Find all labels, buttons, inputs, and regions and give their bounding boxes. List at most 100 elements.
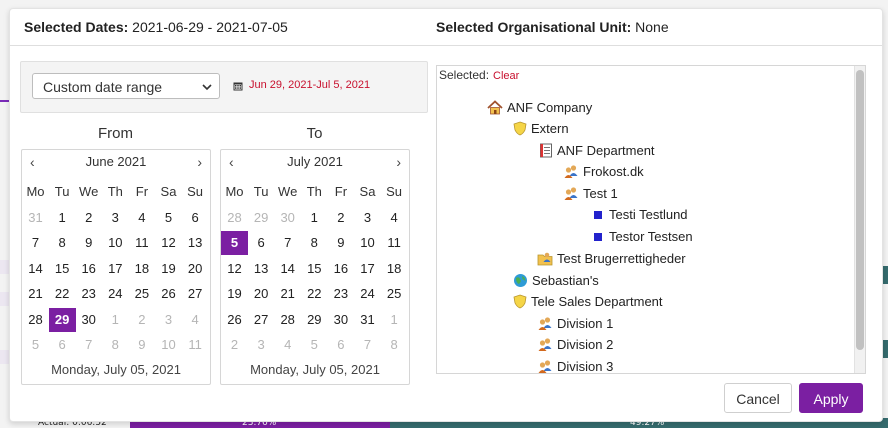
calendar-day[interactable]: 4 — [381, 206, 408, 230]
calendar-day[interactable]: 1 — [102, 308, 129, 332]
calendar-day[interactable]: 10 — [102, 231, 129, 255]
calendar-day[interactable]: 16 — [75, 257, 102, 281]
calendar-day[interactable]: 27 — [248, 308, 275, 332]
tree-node-sebastians[interactable]: Sebastian's — [513, 273, 599, 288]
calendar-day[interactable]: 2 — [221, 333, 248, 357]
calendar-day[interactable]: 7 — [354, 333, 381, 357]
tree-node-frokost[interactable]: Frokost.dk — [563, 164, 644, 179]
calendar-day[interactable]: 23 — [75, 282, 102, 306]
calendar-day[interactable]: 31 — [22, 206, 49, 230]
cancel-button[interactable]: Cancel — [724, 383, 792, 413]
tree-scrollbar-thumb[interactable] — [856, 70, 864, 350]
calendar-day[interactable]: 3 — [248, 333, 275, 357]
selected-day[interactable]: 5 — [221, 231, 248, 255]
calendar-day[interactable]: 10 — [354, 231, 381, 255]
calendar-day[interactable]: 26 — [221, 308, 248, 332]
calendar-day[interactable]: 6 — [182, 206, 209, 230]
calendar-day[interactable]: 11 — [182, 333, 209, 357]
calendar-day[interactable]: 6 — [327, 333, 354, 357]
calendar-day[interactable]: 18 — [381, 257, 408, 281]
calendar-day[interactable]: 2 — [75, 206, 102, 230]
calendar-day[interactable]: 1 — [381, 308, 408, 332]
calendar-day[interactable]: 11 — [128, 231, 155, 255]
calendar-day[interactable]: 31 — [354, 308, 381, 332]
calendar-day[interactable]: 8 — [102, 333, 129, 357]
calendar-day[interactable]: 17 — [102, 257, 129, 281]
calendar-day[interactable]: 29 — [301, 308, 328, 332]
calendar-day[interactable]: 4 — [274, 333, 301, 357]
calendar-day[interactable]: 26 — [155, 282, 182, 306]
calendar-day[interactable]: 13 — [248, 257, 275, 281]
tree-node-tele-sales[interactable]: Tele Sales Department — [513, 294, 663, 309]
calendar-day[interactable]: 23 — [327, 282, 354, 306]
calendar-day[interactable]: 4 — [182, 308, 209, 332]
tree-node-anf-department[interactable]: ANF Department — [539, 143, 655, 158]
calendar-day[interactable]: 17 — [354, 257, 381, 281]
date-range-select[interactable]: Custom date range — [32, 73, 220, 99]
tree-node-test-brugerrettigheder[interactable]: Test Brugerrettigheder — [537, 251, 686, 266]
apply-button[interactable]: Apply — [799, 383, 863, 413]
tree-scrollbar[interactable] — [854, 66, 865, 373]
calendar-day[interactable]: 3 — [102, 206, 129, 230]
chevron-right-icon[interactable]: › — [396, 154, 401, 170]
calendar-day[interactable]: 20 — [182, 257, 209, 281]
tree-node-testi-testlund[interactable]: Testi Testlund — [591, 207, 688, 222]
calendar-day[interactable]: 9 — [128, 333, 155, 357]
calendar-day[interactable]: 19 — [221, 282, 248, 306]
calendar-day[interactable]: 7 — [22, 231, 49, 255]
calendar-day[interactable]: 2 — [327, 206, 354, 230]
calendar-day[interactable]: 24 — [102, 282, 129, 306]
calendar-day[interactable]: 11 — [381, 231, 408, 255]
calendar-day[interactable]: 30 — [327, 308, 354, 332]
calendar-day[interactable]: 3 — [354, 206, 381, 230]
calendar-day[interactable]: 2 — [128, 308, 155, 332]
calendar-day[interactable]: 6 — [248, 231, 275, 255]
calendar-day[interactable]: 16 — [327, 257, 354, 281]
calendar-day[interactable]: 20 — [248, 282, 275, 306]
calendar-day[interactable]: 30 — [75, 308, 102, 332]
calendar-day[interactable]: 28 — [274, 308, 301, 332]
calendar-day[interactable]: 5 — [155, 206, 182, 230]
selected-day[interactable]: 29 — [48, 307, 76, 332]
calendar-day[interactable]: 28 — [221, 206, 248, 230]
calendar-day[interactable]: 24 — [354, 282, 381, 306]
tree-node-test-1[interactable]: Test 1 — [563, 186, 618, 201]
calendar-day[interactable]: 25 — [381, 282, 408, 306]
tree-node-testor-testsen[interactable]: Testor Testsen — [591, 229, 693, 244]
calendar-day[interactable]: 30 — [274, 206, 301, 230]
calendar-day[interactable]: 5 — [301, 333, 328, 357]
tree-node-division-1[interactable]: Division 1 — [537, 316, 613, 331]
clear-link[interactable]: Clear — [493, 70, 519, 82]
calendar-day[interactable]: 18 — [128, 257, 155, 281]
calendar-day[interactable]: 28 — [22, 308, 49, 332]
calendar-day[interactable]: 22 — [301, 282, 328, 306]
calendar-day[interactable]: 13 — [182, 231, 209, 255]
calendar-day[interactable]: 27 — [182, 282, 209, 306]
calendar-day[interactable]: 12 — [155, 231, 182, 255]
calendar-day[interactable]: 29 — [248, 206, 275, 230]
calendar-day[interactable]: 21 — [274, 282, 301, 306]
calendar-day[interactable]: 8 — [301, 231, 328, 255]
calendar-day[interactable]: 1 — [49, 206, 76, 230]
calendar-day[interactable]: 15 — [301, 257, 328, 281]
calendar-day[interactable]: 6 — [49, 333, 76, 357]
calendar-day[interactable]: 22 — [49, 282, 76, 306]
calendar-day[interactable]: 9 — [327, 231, 354, 255]
calendar-day[interactable]: 3 — [155, 308, 182, 332]
calendar-day[interactable]: 7 — [274, 231, 301, 255]
tree-node-extern[interactable]: Extern — [513, 121, 569, 136]
calendar-day[interactable]: 15 — [49, 257, 76, 281]
chevron-right-icon[interactable]: › — [197, 154, 202, 170]
calendar-day[interactable]: 1 — [301, 206, 328, 230]
calendar-day[interactable]: 8 — [381, 333, 408, 357]
calendar-day[interactable]: 7 — [75, 333, 102, 357]
calendar-day[interactable]: 14 — [22, 257, 49, 281]
calendar-day[interactable]: 25 — [128, 282, 155, 306]
calendar-day[interactable]: 10 — [155, 333, 182, 357]
calendar-day[interactable]: 21 — [22, 282, 49, 306]
tree-node-division-3[interactable]: Division 3 — [537, 359, 613, 373]
calendar-day[interactable]: 14 — [274, 257, 301, 281]
calendar-day[interactable]: 12 — [221, 257, 248, 281]
calendar-day[interactable]: 19 — [155, 257, 182, 281]
tree-node-anf-company[interactable]: ANF Company — [487, 100, 592, 115]
